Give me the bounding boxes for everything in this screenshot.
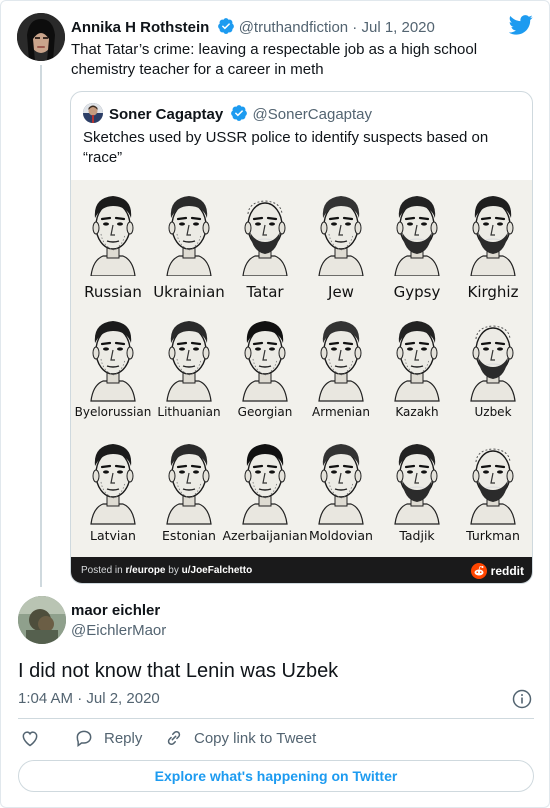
quote-tweet-text: Sketches used by USSR police to identify…	[83, 129, 489, 166]
portrait-sketch	[318, 321, 364, 402]
portrait-sketch	[470, 448, 516, 525]
ethnicity-label: Moldovian	[309, 528, 373, 543]
copy-link-button[interactable]: Copy link to Tweet	[164, 728, 316, 748]
reply-author-name[interactable]: maor eichler	[71, 602, 160, 619]
reply-avatar[interactable]	[18, 596, 66, 644]
author-name[interactable]: Annika H Rothstein	[71, 19, 209, 36]
ethnicity-label: Kazakh	[395, 405, 439, 419]
ethnicity-label: Georgian	[237, 405, 293, 419]
reply-author-handle[interactable]: @EichlerMaor	[71, 622, 166, 639]
explore-twitter-button[interactable]: Explore what's happening on Twitter	[18, 760, 534, 792]
parent-tweet-text: That Tatar’s crime: leaving a respectabl…	[71, 41, 478, 78]
heart-icon	[22, 731, 38, 747]
copy-link-label: Copy link to Tweet	[194, 729, 317, 747]
portrait-sketch	[318, 444, 364, 525]
portrait-sketch	[90, 321, 136, 402]
divider	[18, 718, 534, 719]
sketch-cell: Turkman	[455, 180, 531, 543]
sketch-cell: Moldovian	[303, 180, 379, 543]
attribution-prefix: Posted in	[81, 565, 126, 576]
portrait-sketch	[90, 444, 136, 525]
quote-author-name[interactable]: Soner Cagaptay	[109, 106, 223, 123]
ethnicity-label: Armenian	[312, 405, 370, 419]
info-icon[interactable]	[512, 689, 532, 714]
reddit-logo: reddit	[470, 562, 524, 580]
sketch-cell: Tadjik	[379, 180, 455, 543]
like-button[interactable]	[20, 728, 50, 748]
ethnicity-label: Latvian	[90, 528, 136, 543]
reddit-footer-bar: Posted in r/europe by u/JoeFalchetto red…	[71, 557, 532, 583]
sketch-grid: Russian Ukrainian Tatar Jew Gypsy Kirghiz Byel…	[75, 180, 531, 557]
verified-icon	[217, 17, 235, 39]
twitter-bird-icon[interactable]	[508, 15, 533, 40]
ethnicity-label: Byelorussian	[74, 405, 152, 419]
portrait-sketch	[166, 444, 212, 525]
reply-button[interactable]: Reply	[74, 728, 142, 748]
verified-icon	[230, 104, 248, 126]
ethnicity-label: Lithuanian	[157, 405, 221, 419]
portrait-sketch	[166, 321, 212, 402]
link-icon	[167, 730, 181, 746]
reply-label: Reply	[104, 729, 143, 747]
reply-icon	[76, 730, 92, 747]
sketch-cell: Latvian	[75, 180, 151, 543]
ethnicity-label: Estonian	[162, 528, 216, 543]
portrait-sketch	[394, 321, 440, 402]
sketch-cell: Azerbaijanian	[222, 180, 308, 543]
attribution-mid: by	[165, 565, 182, 576]
sketch-cell: Estonian	[151, 180, 227, 543]
reddit-username: u/JoeFalchetto	[181, 565, 253, 576]
reddit-alien-icon	[470, 563, 487, 579]
portrait-sketch	[242, 321, 288, 402]
reply-timestamp[interactable]: 1:04 AM · Jul 2, 2020	[18, 690, 160, 707]
tweet-embed-card: Annika H Rothstein @truthandfiction · Ju…	[0, 0, 550, 808]
reddit-wordmark: reddit	[490, 564, 524, 578]
avatar[interactable]	[17, 13, 65, 61]
quote-avatar[interactable]	[83, 103, 103, 123]
reply-tweet-text: I did not know that Lenin was Uzbek	[18, 660, 339, 682]
portrait-sketch	[470, 325, 516, 402]
portrait-sketch	[394, 444, 440, 525]
reddit-attribution: Posted in r/europe by u/JoeFalchetto	[81, 565, 252, 576]
quote-author-handle[interactable]: @SonerCagaptay	[253, 106, 372, 123]
author-handle-date[interactable]: @truthandfiction · Jul 1, 2020	[239, 19, 435, 36]
thread-line	[40, 65, 42, 587]
ethnicity-label: Tadjik	[399, 528, 435, 543]
quote-header: Soner Cagaptay @SonerCagaptay	[109, 104, 372, 126]
ethnicity-label: Uzbek	[474, 405, 512, 419]
subreddit-name: r/europe	[125, 565, 166, 576]
parent-tweet-header: Annika H Rothstein @truthandfiction · Ju…	[71, 17, 435, 39]
sketch-image[interactable]: Russian Ukrainian Tatar Jew Gypsy Kirghiz Byel…	[71, 180, 532, 583]
ethnicity-label: Turkman	[466, 528, 520, 543]
portrait-sketch	[242, 444, 288, 525]
quoted-tweet[interactable]: Soner Cagaptay @SonerCagaptay Sketches u…	[70, 91, 533, 584]
ethnicity-label: Azerbaijanian	[222, 528, 308, 543]
